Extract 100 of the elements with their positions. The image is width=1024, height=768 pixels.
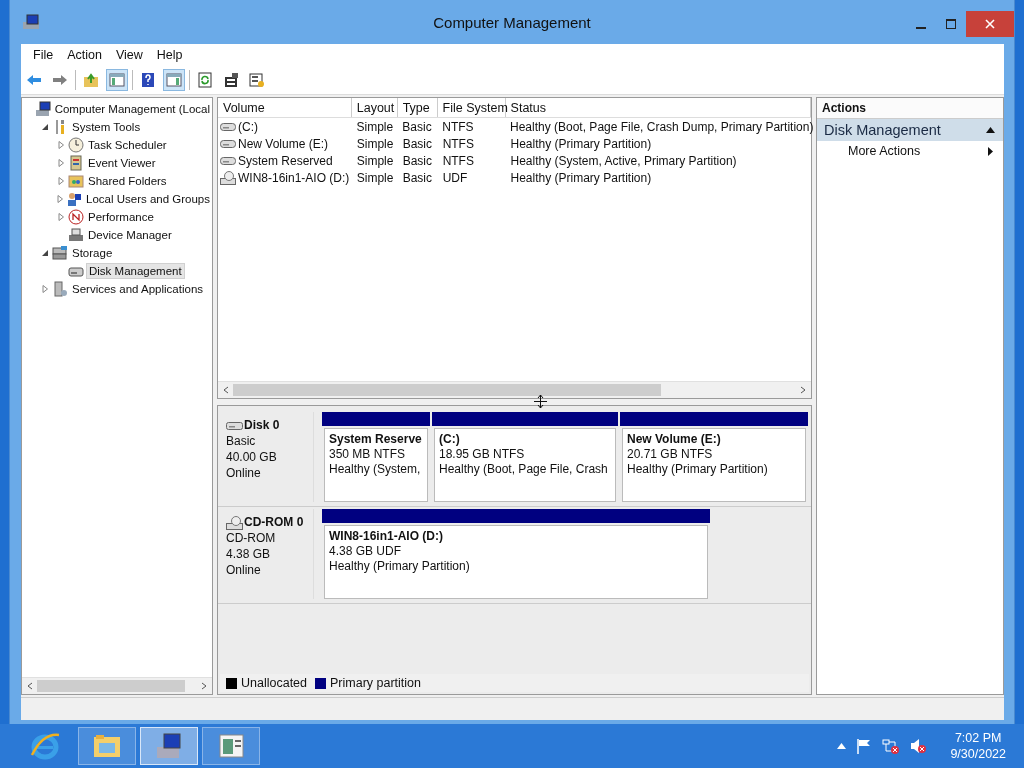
expand-arrow-icon[interactable]	[56, 195, 64, 203]
storage-icon	[52, 245, 68, 261]
table-cell: Simple	[356, 136, 394, 151]
document-taskbar-button[interactable]	[202, 727, 260, 765]
scroll-right-icon[interactable]	[799, 386, 807, 394]
disk-size: 4.38 GB	[226, 547, 272, 562]
window-title: Computer Management	[433, 13, 591, 31]
clock-date[interactable]: 9/30/2022	[950, 746, 1006, 762]
table-cell: NTFS	[442, 153, 474, 168]
table-cell: Simple	[356, 119, 394, 134]
action-item[interactable]: More Actions	[848, 144, 921, 158]
partition-status: Healthy (System,	[329, 462, 422, 477]
pane-icon	[166, 72, 182, 88]
pane-icon	[109, 72, 125, 88]
log-icon	[68, 155, 84, 171]
cd-drive-icon	[226, 515, 243, 530]
submenu-arrow-icon	[988, 146, 993, 156]
table-cell: Healthy (Boot, Page File, Crash Dump, Primary Partition)	[510, 119, 814, 134]
disk-name: CD-ROM 0	[244, 515, 304, 530]
section-title: Disk Management	[824, 122, 941, 138]
minimize-icon	[916, 27, 926, 29]
column-header[interactable]: Layout	[351, 98, 398, 117]
tree-item[interactable]: System Tools	[70, 120, 143, 134]
partition-block[interactable]: WIN8-16in1-AIO (D:) 4.38 GB UDF Healthy (Primary Partition)	[324, 525, 708, 599]
partition-status: Healthy (Primary Partition)	[329, 559, 471, 574]
tree-item[interactable]: Device Manager	[86, 228, 174, 242]
tree-item[interactable]: Shared Folders	[86, 174, 169, 188]
partition-status: Healthy (Boot, Page File, Crash	[439, 462, 609, 477]
menu-item[interactable]: File	[27, 46, 60, 64]
column-header[interactable]: Type	[397, 98, 438, 117]
collapse-arrow-icon[interactable]	[41, 249, 49, 257]
collapse-arrow-icon[interactable]	[986, 127, 995, 133]
clock-time[interactable]: 7:02 PM	[954, 730, 1002, 746]
partition-block[interactable]: New Volume (E:) 20.71 GB NTFS Healthy (Primary Partition)	[622, 428, 806, 502]
tree-item[interactable]: Storage	[70, 246, 115, 260]
refresh-icon	[197, 72, 213, 88]
back-arrow-icon	[26, 72, 42, 88]
scroll-left-icon[interactable]	[26, 682, 34, 690]
tree-item[interactable]: Event Viewer	[86, 156, 158, 170]
scroll-right-icon[interactable]	[200, 682, 208, 690]
tree-item[interactable]: Local Users and Groups	[84, 192, 212, 206]
expand-arrow-icon[interactable]	[41, 285, 49, 293]
tree-item[interactable]: Task Scheduler	[86, 138, 169, 152]
menu-item[interactable]: Help	[150, 46, 189, 64]
menu-item[interactable]: Action	[61, 46, 108, 64]
actions-section-header[interactable]: Disk Management	[817, 119, 1003, 141]
disk-drive-icon	[220, 155, 236, 166]
disk-status: Online	[226, 563, 262, 578]
help-icon	[140, 72, 156, 88]
volume-muted-icon[interactable]	[910, 737, 929, 755]
collapse-arrow-icon[interactable]	[41, 123, 49, 131]
server-icon	[52, 281, 68, 297]
computer-management-taskbar-button[interactable]	[140, 727, 198, 765]
table-cell: Simple	[356, 170, 394, 185]
show-hidden-icons-arrow[interactable]	[837, 743, 847, 749]
maximize-icon	[946, 19, 956, 29]
legend-label: Unallocated	[241, 676, 307, 690]
disk-type: Basic	[226, 434, 257, 449]
console-tree-button[interactable]	[106, 69, 128, 91]
properties-icon	[223, 72, 239, 88]
list-gear-icon	[249, 72, 265, 88]
partition-size: 350 MB NTFS	[329, 447, 407, 462]
actions-header: Actions	[817, 98, 1003, 119]
partition-block[interactable]: (C:) 18.95 GB NTFS Healthy (Boot, Page File, Crash	[434, 428, 616, 502]
partition-size: 4.38 GB UDF	[329, 544, 403, 559]
scroll-left-icon[interactable]	[222, 386, 230, 394]
partition-name: (C:)	[439, 432, 461, 447]
disk-name: Disk 0	[244, 418, 280, 433]
partition-block[interactable]: System Reserve 350 MB NTFS Healthy (System,	[324, 428, 428, 502]
expand-arrow-icon[interactable]	[57, 177, 65, 185]
legend-label: Primary partition	[330, 676, 421, 690]
expand-arrow-icon[interactable]	[57, 159, 65, 167]
expand-arrow-icon[interactable]	[57, 141, 65, 149]
gauge-icon	[68, 209, 84, 225]
device-icon	[68, 227, 84, 243]
column-header[interactable]: File System	[437, 98, 506, 117]
flag-icon[interactable]	[856, 738, 873, 754]
partition-size: 18.95 GB NTFS	[439, 447, 526, 462]
table-cell: WIN8-16in1-AIO (D:)	[238, 170, 350, 185]
table-cell: Healthy (Primary Partition)	[510, 136, 652, 151]
tree-item[interactable]: Computer Management (Local	[52, 102, 212, 116]
folder-icon	[68, 173, 84, 189]
table-cell: Healthy (System, Active, Primary Partition)	[510, 153, 737, 168]
partition-status: Healthy (Primary Partition)	[627, 462, 769, 477]
horizontal-scrollbar[interactable]	[218, 381, 811, 398]
menu-item[interactable]: View	[109, 46, 149, 64]
disk-type: CD-ROM	[226, 531, 277, 546]
tree-item[interactable]: Services and Applications	[70, 282, 206, 296]
table-cell: System Reserved	[238, 153, 333, 168]
tree-item[interactable]: Disk Management	[86, 263, 185, 279]
expand-arrow-icon[interactable]	[57, 213, 65, 221]
network-error-icon[interactable]	[882, 737, 901, 755]
computer-icon	[34, 101, 51, 117]
disk-drive-icon	[226, 420, 243, 431]
table-cell: Basic	[402, 136, 433, 151]
partition-size: 20.71 GB NTFS	[627, 447, 714, 462]
horizontal-scrollbar[interactable]	[22, 677, 212, 694]
column-header[interactable]: Volume	[218, 98, 352, 117]
tree-item[interactable]: Performance	[86, 210, 156, 224]
clock-icon	[68, 137, 84, 153]
